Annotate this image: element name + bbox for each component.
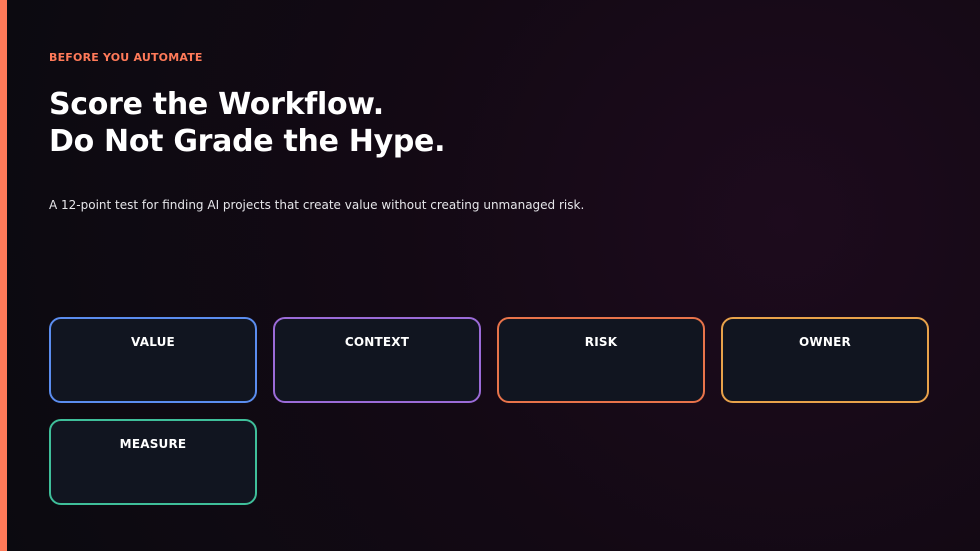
- card-label-measure: MEASURE: [119, 437, 187, 451]
- title-line-2: Do Not Grade the Hype.: [49, 124, 446, 159]
- card-label-risk: RISK: [584, 335, 618, 349]
- title-line-1: Score the Workflow.: [49, 87, 384, 122]
- slide-title: Score the Workflow. Do Not Grade the Hyp…: [49, 86, 445, 160]
- card-measure[interactable]: MEASURE: [49, 419, 257, 505]
- card-label-value: VALUE: [131, 335, 175, 349]
- card-label-owner: OWNER: [799, 335, 851, 349]
- card-risk[interactable]: RISK: [497, 317, 705, 403]
- card-owner[interactable]: OWNER: [721, 317, 929, 403]
- slide-subtitle: A 12-point test for finding AI projects …: [49, 198, 585, 212]
- card-label-context: CONTEXT: [344, 335, 410, 349]
- accent-bar: [0, 0, 7, 551]
- card-value[interactable]: VALUE: [49, 317, 257, 403]
- eyebrow-label: BEFORE YOU AUTOMATE: [49, 51, 203, 64]
- card-context[interactable]: CONTEXT: [273, 317, 481, 403]
